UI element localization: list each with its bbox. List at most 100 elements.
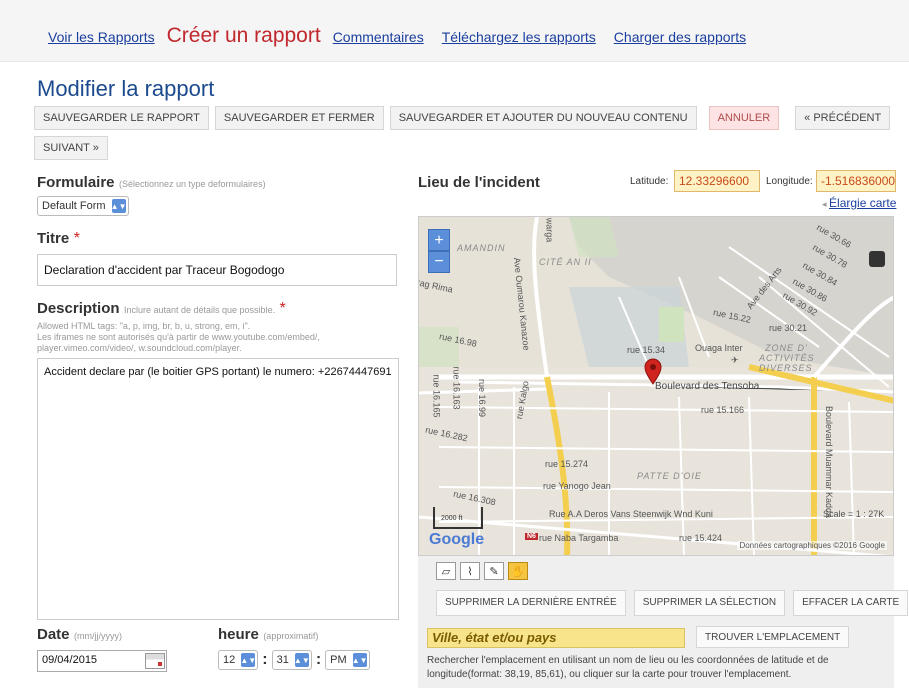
formulaire-label: Formulaire [37,174,115,191]
hour-value: 12 [223,654,236,666]
map-label: rue 16.163 [451,366,462,410]
select-arrows-icon: ▲▼ [111,199,127,213]
select-arrows-icon: ▲▼ [352,653,368,667]
previous-button[interactable]: « PRÉCÉDENT [795,106,891,130]
pencil-tool-icon[interactable]: ✎ [484,562,504,580]
top-bar: Voir les Rapports Créer un rapport Comme… [0,0,909,62]
polygon-tool-icon[interactable]: ▱ [436,562,456,580]
ampm-value: PM [330,654,347,666]
map-label: warga [544,217,555,243]
save-close-button[interactable]: SAUVEGARDER ET FERMER [214,106,384,130]
save-report-button[interactable]: SAUVEGARDER LE RAPPORT [34,106,209,130]
map-label: rue 16.165 [431,374,442,418]
clear-map-button[interactable]: EFFACER LA CARTE [793,590,909,616]
map-label: rue Yanogo Jean [543,481,611,491]
latitude-input[interactable]: 12.33296600 [674,170,760,192]
n6-badge: N6 [525,533,538,540]
minute-value: 31 [276,654,289,666]
select-arrows-icon: ▲▼ [240,653,256,667]
main-nav: Voir les Rapports Créer un rapport Comme… [48,24,746,48]
nav-telecharger[interactable]: Téléchargez les rapports [442,29,596,45]
map-label: rue 15.34 [627,345,666,355]
map-scale-bar-label: 2000 ft [441,515,463,522]
map-label: CITÉ AN II [539,257,592,267]
map-scale-ratio: Scale = 1 : 27K [823,509,885,519]
location-search-input[interactable]: Ville, état et/ou pays [427,628,685,648]
map-label: rue 15.424 [679,533,723,543]
calendar-icon[interactable] [145,653,165,669]
map-scale-bar: 2000 ft [433,507,483,529]
layers-icon[interactable] [869,251,885,267]
page-title: Modifier la rapport [37,76,215,101]
line-tool-icon[interactable]: ⌇ [460,562,480,580]
description-label: Description [37,300,120,317]
next-button[interactable]: SUIVANT » [34,136,108,160]
longitude-label: Longitude: [766,176,813,187]
location-title: Lieu de l'incident [418,174,540,191]
google-logo: Google [429,531,485,548]
heure-label: heure [218,626,259,643]
required-marker: * [279,300,286,317]
formulaire-header: Formulaire (Sélectionnez un type deformu… [37,174,399,192]
form-type-value: Default Form [42,200,106,212]
nav-charger[interactable]: Charger des rapports [614,29,746,45]
map-label: DIVERSES [759,363,813,373]
titre-input[interactable]: Declaration d'accident par Traceur Bogod… [37,254,397,286]
select-arrows-icon: ▲▼ [294,653,310,667]
map-copyright: Données cartographiques ©2016 Google [737,541,887,550]
titre-label: Titre [37,230,70,247]
airport-icon: ✈ [731,355,739,365]
titre-header: Titre * [37,230,399,248]
enlarge-map-link[interactable]: ◂ Élargie carte [822,196,896,210]
map-label: rue 15.166 [701,405,745,415]
description-header: Description Inclure autant de détails qu… [37,300,399,318]
iframes-note: Les iframes ne sont autorisés qu'à parti… [37,332,320,353]
description-textarea[interactable]: Accident declare par (le boitier GPS por… [37,358,399,620]
nav-commentaires[interactable]: Commentaires [333,29,424,45]
arrow-left-icon: ◂ [822,199,830,209]
map-action-buttons: SUPPRIMER LA DERNIÈRE ENTRÉE SUPPRIMER L… [436,590,909,616]
map-label: Boulevard Muammar Kadda [824,405,835,519]
hour-select[interactable]: 12 ▲▼ [218,650,259,670]
time-field: heure (approximatif) 12 ▲▼ : 31 ▲▼ : PM ▲▼ [218,626,370,670]
location-help-text: Rechercher l'emplacement en utilisant un… [427,655,829,680]
heure-hint: (approximatif) [263,631,319,641]
nav-voir-rapports[interactable]: Voir les Rapports [48,29,155,45]
date-hint: (mm/jj/yyyy) [73,631,122,641]
time-separator: : [262,651,268,668]
map-label: rue Naba Targamba [539,533,619,543]
enlarge-map-text: Élargie carte [829,196,897,210]
map-label: rue 15.274 [545,459,589,469]
allowed-tags-note: Allowed HTML tags: "a, p, img, br, b, u,… [37,321,251,331]
map-label: Rue A.A Deros Vans Steenwijk Wnd Kuni [549,509,713,519]
delete-last-button[interactable]: SUPPRIMER LA DERNIÈRE ENTRÉE [436,590,626,616]
map-view[interactable]: + − AMANDIN CITÉ AN II warga tag Rima Av… [418,216,894,556]
zoom-out-button[interactable]: − [428,251,450,273]
map-label: ZONE D' [765,343,808,353]
form-column: Formulaire (Sélectionnez un type deformu… [37,174,399,620]
formulaire-hint: (Sélectionnez un type deformulaires) [118,179,266,189]
zoom-in-button[interactable]: + [428,229,450,251]
find-location-button[interactable]: TROUVER L'EMPLACEMENT [696,626,850,648]
draw-tools: ▱ ⌇ ✎ ✋ [436,562,528,580]
hand-tool-icon[interactable]: ✋ [508,562,528,580]
nav-creer-rapport[interactable]: Créer un rapport [167,24,321,48]
required-marker: * [73,230,80,247]
delete-selection-button[interactable]: SUPPRIMER LA SÉLECTION [633,590,786,616]
latitude-label: Latitude: [630,176,669,187]
ampm-select[interactable]: PM ▲▼ [325,650,370,670]
cancel-button[interactable]: ANNULER [708,106,780,130]
map-tools-panel: ▱ ⌇ ✎ ✋ SUPPRIMER LA DERNIÈRE ENTRÉE SUP… [418,556,909,688]
date-label: Date [37,626,70,643]
map-label: PATTE D'OIE [637,471,702,481]
map-label: rue 16.99 [477,378,488,418]
date-field: Date (mm/jj/yyyy) 09/04/2015 [37,626,167,672]
description-hint: Inclure autant de détails que possible. [123,305,276,315]
map-label: Ouaga Inter [695,343,743,353]
save-new-button[interactable]: SAUVEGARDER ET AJOUTER DU NOUVEAU CONTEN… [389,106,697,130]
time-separator: : [315,651,322,668]
minute-select[interactable]: 31 ▲▼ [271,650,312,670]
longitude-input[interactable]: -1.516836000 [816,170,896,192]
form-type-select[interactable]: Default Form ▲▼ [37,196,129,216]
map-label: rue 30.21 [769,323,808,333]
